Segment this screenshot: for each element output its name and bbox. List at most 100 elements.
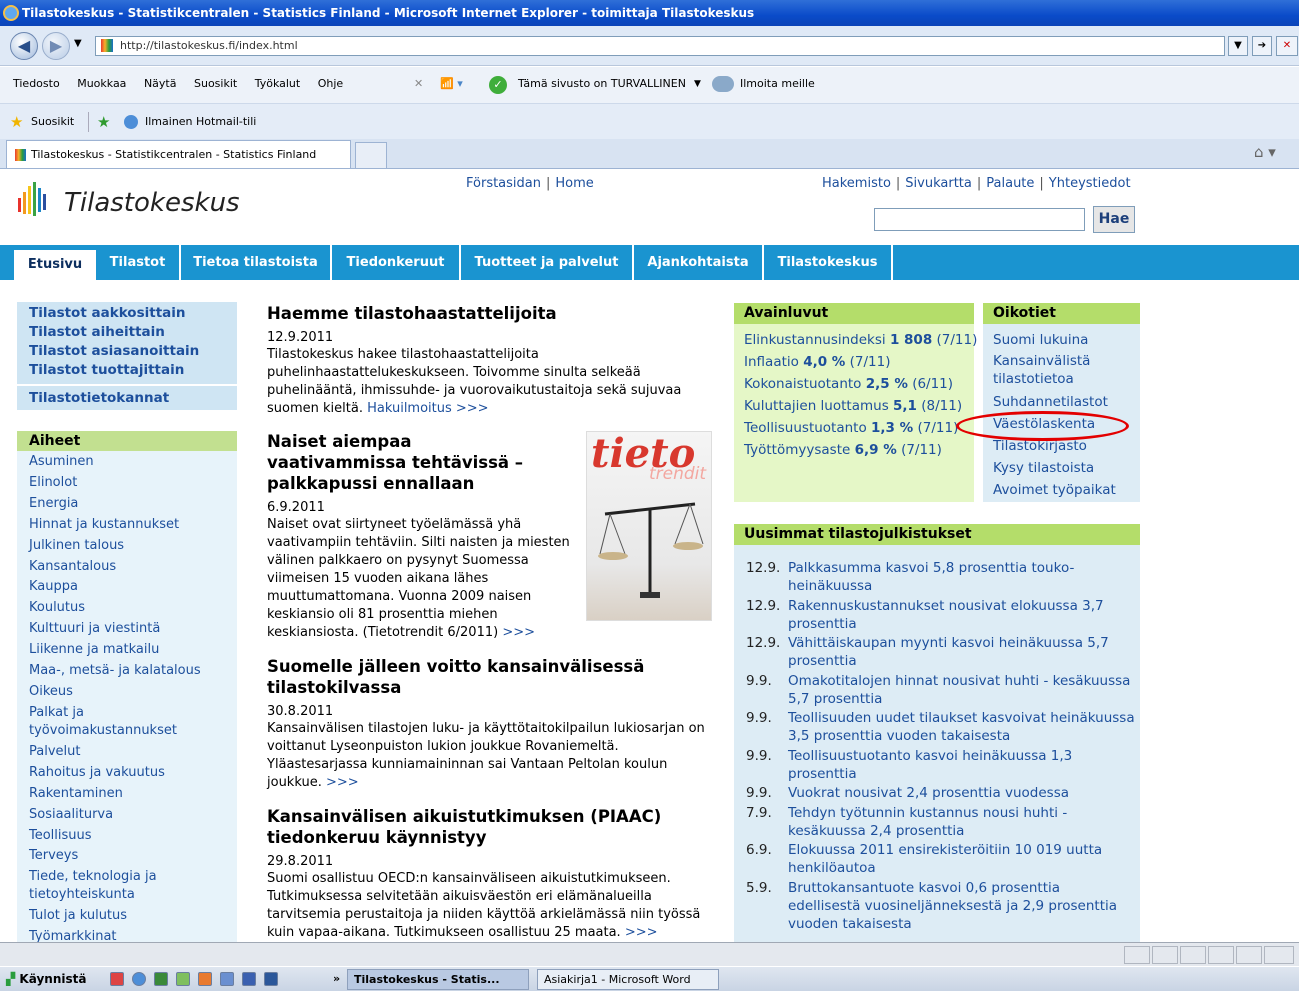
shortcut-avoimet-tyopaikat[interactable]: Avoimet työpaikat bbox=[993, 479, 1116, 501]
home-icon[interactable]: ⌂ ▾ bbox=[1254, 143, 1276, 161]
link-forstasidan[interactable]: Förstasidan bbox=[466, 176, 541, 191]
menu-help[interactable]: Ohje bbox=[318, 77, 343, 90]
hotmail-link[interactable]: Ilmainen Hotmail-tili bbox=[145, 104, 256, 140]
news-link[interactable]: >>> bbox=[625, 925, 658, 940]
forward-button[interactable]: ▶ bbox=[42, 32, 70, 60]
back-button[interactable]: ◀ bbox=[10, 32, 38, 60]
aihe-link[interactable]: Asuminen bbox=[29, 452, 225, 473]
quicklaunch-icon[interactable] bbox=[176, 972, 190, 986]
news-link[interactable]: >>> bbox=[502, 625, 535, 640]
nav-tuotteet-ja-palvelut[interactable]: Tuotteet ja palvelut bbox=[461, 245, 634, 280]
key-figure[interactable]: Teollisuustuotanto 1,3 % (7/11) bbox=[744, 417, 977, 439]
address-bar[interactable]: http://tilastokeskus.fi/index.html bbox=[95, 36, 1225, 56]
link-tilastot-aakkosittain[interactable]: Tilastot aakkosittain bbox=[29, 304, 225, 323]
taskbar-ie-window[interactable]: Tilastokeskus - Statis... bbox=[347, 969, 529, 990]
history-dropdown-icon[interactable]: ▼ bbox=[74, 38, 82, 49]
aihe-link[interactable]: Energia bbox=[29, 494, 225, 515]
key-figure[interactable]: Kuluttajien luottamus 5,1 (8/11) bbox=[744, 395, 977, 417]
release-link[interactable]: Rakennuskustannukset nousivat elokuussa … bbox=[788, 597, 1136, 633]
release-link[interactable]: Teollisuuden uudet tilaukset kasvoivat h… bbox=[788, 709, 1136, 745]
stop-button[interactable]: ✕ bbox=[1276, 36, 1298, 56]
shortcut-kysy-tilastoista[interactable]: Kysy tilastoista bbox=[993, 457, 1116, 479]
key-figure[interactable]: Kokonaistuotanto 2,5 % (6/11) bbox=[744, 373, 977, 395]
search-button[interactable]: Hae bbox=[1093, 206, 1135, 233]
word-quicklaunch-icon[interactable] bbox=[264, 972, 278, 986]
link-tilastot-asiasanoittain[interactable]: Tilastot asiasanoittain bbox=[29, 342, 225, 361]
tab-tilastokeskus[interactable]: Tilastokeskus - Statistikcentralen - Sta… bbox=[6, 140, 351, 168]
news-link[interactable]: >>> bbox=[326, 775, 359, 790]
aihe-link[interactable]: Liikenne ja matkailu bbox=[29, 640, 225, 661]
link-sivukartta[interactable]: Sivukartta bbox=[905, 176, 972, 191]
address-dropdown-button[interactable]: ▼ bbox=[1228, 36, 1248, 56]
key-figure[interactable]: Työttömyysaste 6,9 % (7/11) bbox=[744, 439, 977, 461]
tilastokeskus-logo-icon[interactable] bbox=[16, 182, 58, 216]
link-tilastotietokannat[interactable]: Tilastotietokannat bbox=[29, 388, 225, 408]
nav-ajankohtaista[interactable]: Ajankohtaista bbox=[634, 245, 764, 280]
aihe-link[interactable]: Elinolot bbox=[29, 473, 225, 494]
news-title[interactable]: Kansainvälisen aikuistutkimuksen (PIAAC)… bbox=[267, 806, 667, 848]
favorites-button[interactable]: Suosikit bbox=[31, 104, 74, 140]
aihe-link[interactable]: Työmarkkinat bbox=[29, 927, 225, 942]
menu-file[interactable]: Tiedosto bbox=[13, 77, 60, 90]
nav-tilastot[interactable]: Tilastot bbox=[96, 245, 181, 280]
excel-quicklaunch-icon[interactable] bbox=[154, 972, 168, 986]
aihe-link[interactable]: Terveys bbox=[29, 846, 225, 867]
overflow-chevron-icon[interactable]: » bbox=[333, 967, 340, 991]
quicklaunch-icon[interactable] bbox=[220, 972, 234, 986]
security-status[interactable]: Tämä sivusto on TURVALLINEN bbox=[518, 67, 686, 101]
wifi-icon[interactable]: 📶 ▾ bbox=[440, 67, 463, 101]
aihe-link[interactable]: Maa-, metsä- ja kalatalous bbox=[29, 661, 225, 682]
link-hakemisto[interactable]: Hakemisto bbox=[822, 176, 891, 191]
add-favorite-icon[interactable]: ★ bbox=[97, 104, 110, 140]
release-link[interactable]: Vuokrat nousivat 2,4 prosenttia vuodessa bbox=[788, 784, 1069, 802]
close-toolbar-icon[interactable]: ✕ bbox=[414, 67, 423, 101]
release-link[interactable]: Omakotitalojen hinnat nousivat huhti - k… bbox=[788, 672, 1136, 708]
release-link[interactable]: Tehdyn työtunnin kustannus nousi huhti -… bbox=[788, 804, 1136, 840]
start-button[interactable]: ▞ Käynnistä bbox=[0, 967, 92, 991]
release-link[interactable]: Palkkasumma kasvoi 5,8 prosenttia touko-… bbox=[788, 559, 1136, 595]
link-tilastot-aiheittain[interactable]: Tilastot aiheittain bbox=[29, 323, 225, 342]
aihe-link[interactable]: Tulot ja kulutus bbox=[29, 906, 225, 927]
report-link[interactable]: Ilmoita meille bbox=[740, 67, 815, 101]
quicklaunch-icon[interactable] bbox=[242, 972, 256, 986]
aihe-link[interactable]: Julkinen talous bbox=[29, 536, 225, 557]
security-dropdown-icon[interactable]: ▼ bbox=[694, 67, 701, 101]
go-button[interactable]: ➔ bbox=[1252, 36, 1272, 56]
news-title[interactable]: Naiset aiempaa vaativammissa tehtävissä … bbox=[267, 431, 537, 494]
news-title[interactable]: Suomelle jälleen voitto kansainvälisessä… bbox=[267, 656, 667, 698]
site-logo-text[interactable]: Tilastokeskus bbox=[64, 188, 240, 218]
quicklaunch-icon[interactable] bbox=[110, 972, 124, 986]
aihe-link[interactable]: Oikeus bbox=[29, 682, 225, 703]
aihe-link[interactable]: Rakentaminen bbox=[29, 784, 225, 805]
aihe-link[interactable]: Rahoitus ja vakuutus bbox=[29, 763, 225, 784]
nav-tietoa-tilastoista[interactable]: Tietoa tilastoista bbox=[181, 245, 332, 280]
aihe-link[interactable]: Kansantalous bbox=[29, 557, 225, 578]
menu-edit[interactable]: Muokkaa bbox=[77, 77, 126, 90]
menu-tools[interactable]: Työkalut bbox=[255, 77, 301, 90]
release-link[interactable]: Bruttokansantuote kasvoi 0,6 prosenttia … bbox=[788, 879, 1136, 933]
search-input[interactable] bbox=[874, 208, 1085, 231]
link-palaute[interactable]: Palaute bbox=[986, 176, 1034, 191]
aihe-link[interactable]: Hinnat ja kustannukset bbox=[29, 515, 225, 536]
aihe-link[interactable]: Teollisuus bbox=[29, 826, 225, 847]
aihe-link[interactable]: Palkat ja työvoimakustannukset bbox=[29, 704, 189, 740]
quicklaunch-icon[interactable] bbox=[198, 972, 212, 986]
new-tab-button[interactable] bbox=[355, 142, 387, 168]
release-link[interactable]: Vähittäiskaupan myynti kasvoi heinäkuuss… bbox=[788, 634, 1136, 670]
menu-view[interactable]: Näytä bbox=[144, 77, 177, 90]
menu-favorites[interactable]: Suosikit bbox=[194, 77, 237, 90]
link-tilastot-tuottajittain[interactable]: Tilastot tuottajittain bbox=[29, 361, 225, 380]
shortcut-suomi-lukuina[interactable]: Suomi lukuina bbox=[993, 329, 1116, 351]
aihe-link[interactable]: Palvelut bbox=[29, 742, 225, 763]
taskbar-word-window[interactable]: Asiakirja1 - Microsoft Word bbox=[537, 969, 719, 990]
news-link[interactable]: Hakuilmoitus >>> bbox=[367, 401, 488, 416]
release-link[interactable]: Teollisuustuotanto kasvoi heinäkuussa 1,… bbox=[788, 747, 1136, 783]
shortcut-kansainvalista[interactable]: Kansainvälistä tilastotietoa bbox=[993, 352, 1103, 388]
release-link[interactable]: Elokuussa 2011 ensirekisteröitiin 10 019… bbox=[788, 841, 1136, 877]
nav-etusivu[interactable]: Etusivu bbox=[14, 250, 96, 280]
aihe-link[interactable]: Tiede, teknologia ja tietoyhteiskunta bbox=[29, 868, 179, 904]
key-figure[interactable]: Inflaatio 4,0 % (7/11) bbox=[744, 351, 977, 373]
news-title[interactable]: Haemme tilastohaastattelijoita bbox=[267, 303, 712, 324]
ie-quicklaunch-icon[interactable] bbox=[132, 972, 146, 986]
key-figure[interactable]: Elinkustannusindeksi 1 808 (7/11) bbox=[744, 329, 977, 351]
